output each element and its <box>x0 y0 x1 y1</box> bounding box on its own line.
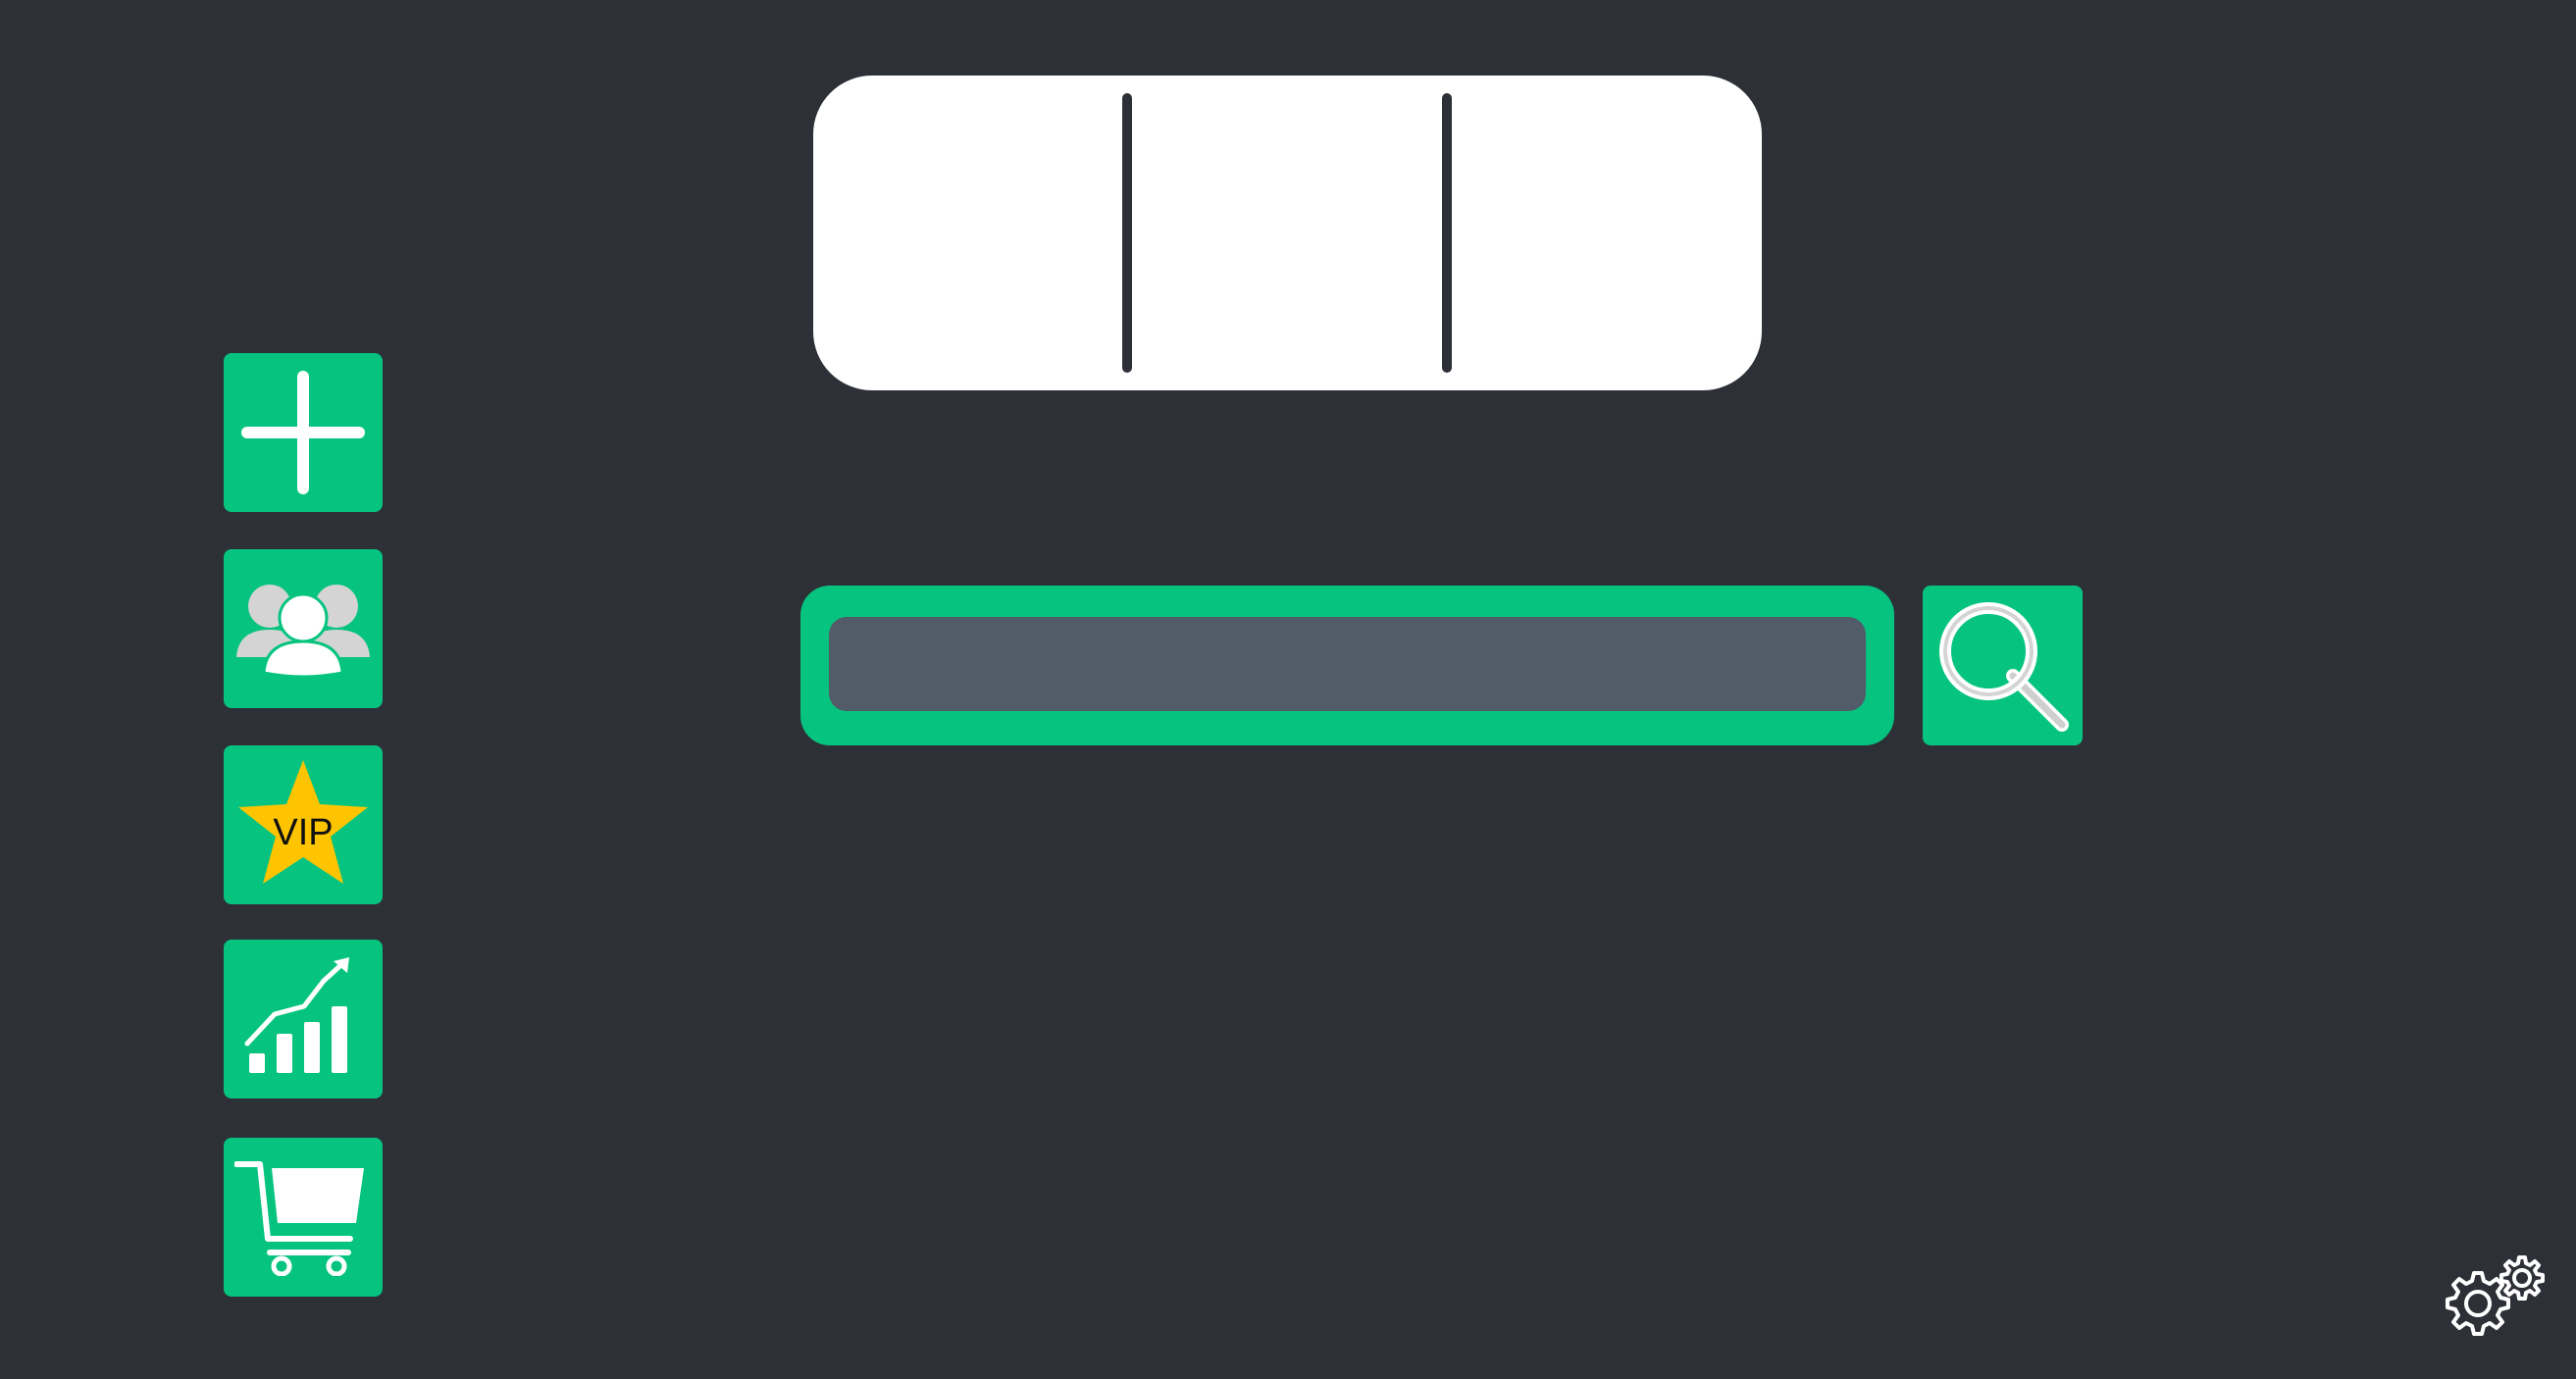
display-panel <box>813 76 1762 390</box>
settings-button[interactable] <box>2439 1253 2549 1344</box>
search-icon <box>1938 601 2069 732</box>
search-button[interactable] <box>1923 586 2083 745</box>
plus-icon <box>241 371 365 494</box>
growth-chart-icon <box>244 957 349 1073</box>
gear-icon <box>2446 1255 2545 1336</box>
vip-button[interactable]: VIP <box>224 745 383 904</box>
shop-button[interactable] <box>224 1138 383 1297</box>
users-button[interactable] <box>224 549 383 708</box>
display-segment-3 <box>1446 76 1762 390</box>
add-button[interactable] <box>224 353 383 512</box>
vip-star-icon: VIP <box>238 760 368 884</box>
display-divider <box>1442 93 1452 373</box>
shopping-cart-icon <box>234 1161 364 1276</box>
vip-label: VIP <box>273 812 333 853</box>
search-box <box>800 586 1894 745</box>
users-icon <box>236 585 370 679</box>
display-segment-1 <box>813 76 1129 390</box>
display-segment-2 <box>1129 76 1445 390</box>
search-input[interactable] <box>829 617 1866 711</box>
statistics-button[interactable] <box>224 940 383 1098</box>
display-divider <box>1122 93 1132 373</box>
